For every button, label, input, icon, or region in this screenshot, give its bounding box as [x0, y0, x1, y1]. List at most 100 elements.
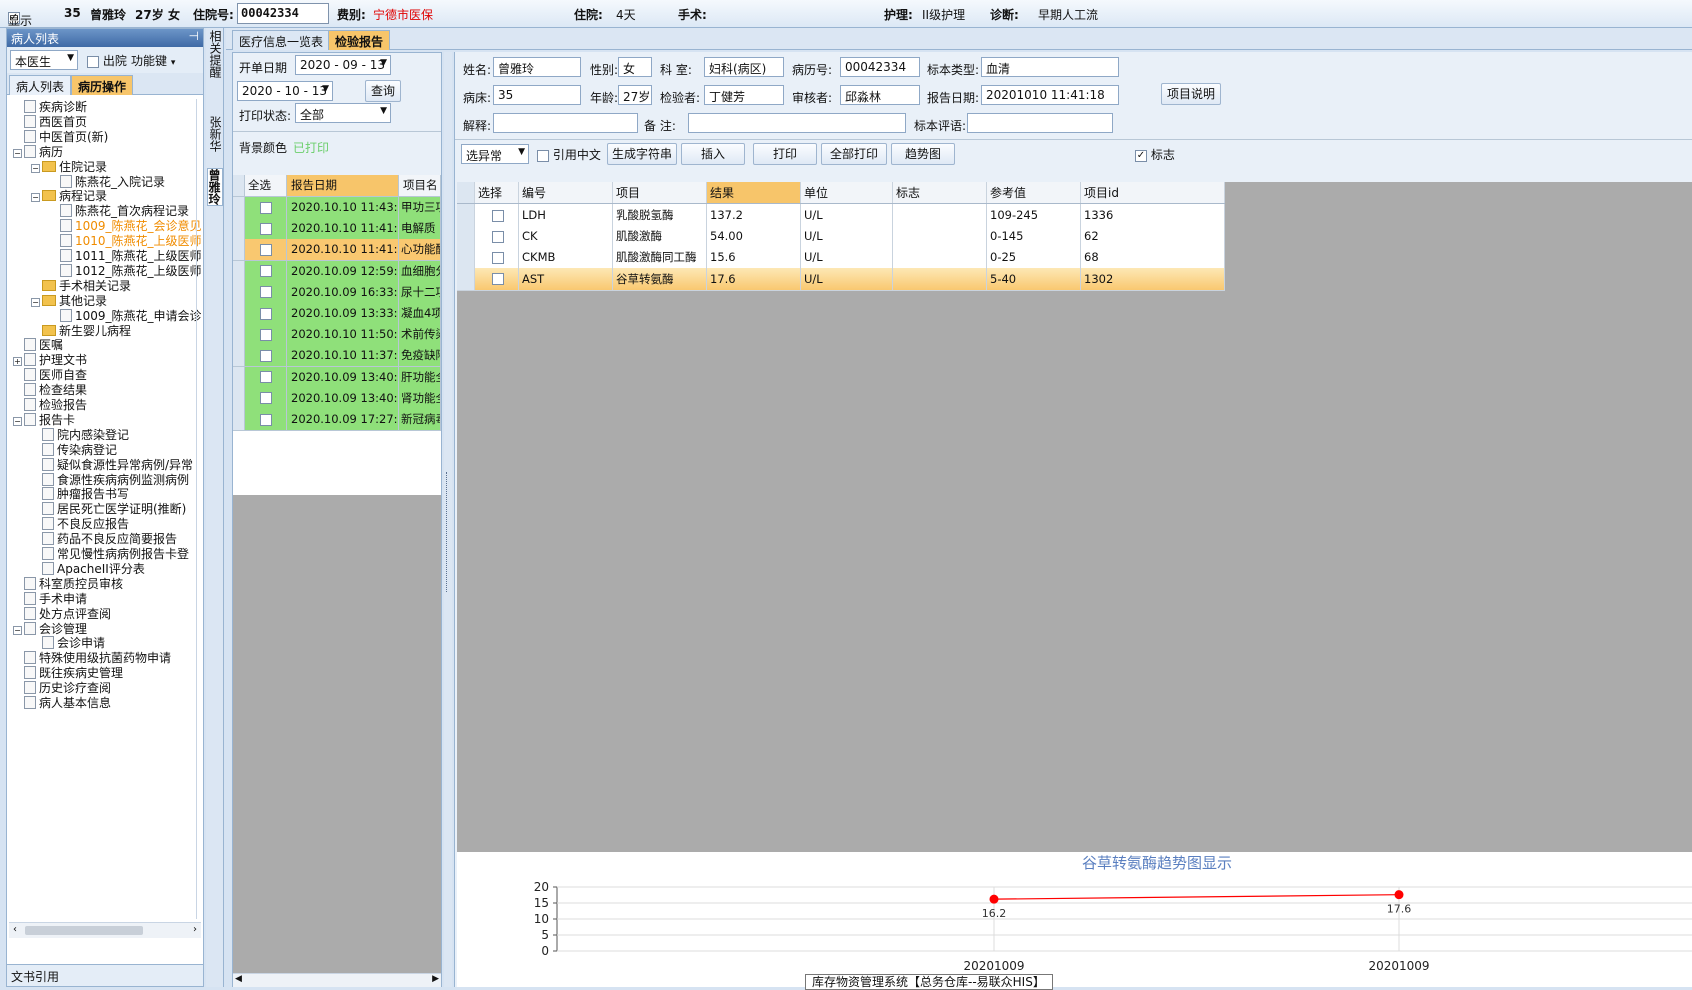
row-checkbox-cell[interactable] — [245, 387, 287, 409]
tree-item[interactable]: 手术相关记录 — [31, 278, 131, 294]
tree-item[interactable]: 西医首页 — [13, 114, 87, 130]
tree-item[interactable]: 食源性疾病病例监测病例 — [31, 472, 189, 488]
doctor-select[interactable]: 本医生 ▼ — [10, 50, 78, 70]
row-checkbox[interactable] — [259, 328, 272, 341]
report-date-field[interactable]: 20201010 11:41:18 — [981, 85, 1119, 105]
table-row[interactable]: 2020.10.09 16:33:15尿十二项 — [233, 281, 441, 304]
tree-item[interactable]: 历史诊疗查阅 — [13, 680, 111, 696]
result-row[interactable]: AST 谷草转氨酶 17.6 U/L 5-40 1302 — [457, 267, 1225, 291]
row-checkbox-cell[interactable] — [245, 197, 287, 218]
expand-icon[interactable]: + — [13, 357, 22, 367]
age-field[interactable]: 27岁 — [618, 85, 652, 105]
header-unit[interactable]: 单位 — [801, 182, 893, 203]
query-button[interactable]: 查询 — [365, 80, 401, 102]
tree-item[interactable]: 中医首页(新) — [13, 129, 108, 145]
collapse-icon[interactable]: − — [13, 148, 22, 158]
table-row[interactable]: 2020.10.10 11:41:18心功能酶 — [233, 239, 441, 262]
scroll-right-icon[interactable]: ▶ — [432, 974, 439, 984]
row-checkbox-cell[interactable] — [245, 366, 287, 388]
scroll-left-icon[interactable]: ‹ — [13, 924, 17, 935]
tree-item[interactable]: 居民死亡医学证明(推断) — [31, 501, 186, 517]
table-row[interactable]: 2020.10.09 12:59:58血细胞分 — [233, 260, 441, 283]
side-tab-zeng[interactable]: 曾雅玲 — [207, 168, 223, 206]
row-checkbox[interactable] — [259, 265, 272, 278]
tree-item[interactable]: 肿瘤报告书写 — [31, 486, 129, 502]
start-date-input[interactable]: 2020 - 09 - 13 ▼ — [295, 55, 391, 75]
bed-field[interactable]: 35 — [493, 85, 581, 105]
row-checkbox-cell[interactable] — [245, 324, 287, 346]
tree-item[interactable]: 药品不良反应简要报告 — [31, 531, 177, 547]
row-checkbox[interactable] — [259, 371, 272, 384]
report-list-hscroll[interactable]: ◀ ▶ — [233, 973, 441, 987]
tree-item[interactable]: 手术申请 — [13, 591, 87, 607]
tree-item[interactable]: 传染病登记 — [31, 442, 117, 458]
print-status-select[interactable]: 全部 ▼ — [295, 103, 391, 123]
tree-item[interactable]: 医嘱 — [13, 337, 63, 353]
table-row[interactable]: 2020.10.09 17:27:08新冠病毒 — [233, 409, 441, 431]
row-checkbox-cell[interactable] — [245, 239, 287, 261]
collapse-icon[interactable]: − — [13, 625, 22, 635]
reviewer-field[interactable]: 邱淼林 — [840, 85, 920, 105]
table-row[interactable]: 2020.10.10 11:41:18电解质 — [233, 218, 441, 241]
scroll-right-icon[interactable]: › — [193, 924, 197, 935]
row-checkbox-cell[interactable] — [245, 345, 287, 367]
row-checkbox-cell[interactable] — [245, 281, 287, 303]
select-cell[interactable] — [475, 204, 519, 226]
tree-item[interactable]: + 护理文书 — [13, 352, 87, 368]
row-checkbox[interactable] — [492, 230, 504, 243]
tree-item[interactable]: − 住院记录 — [31, 159, 107, 175]
tree-item[interactable]: 1009_陈燕花_申请会诊 — [49, 308, 201, 324]
collapse-icon[interactable]: − — [31, 163, 40, 173]
header-report-date[interactable]: 报告日期 — [287, 175, 399, 196]
table-row[interactable]: 2020.10.10 11:50:59术前传染 — [233, 324, 441, 347]
tree-item[interactable]: 新生婴儿病程 — [31, 323, 131, 339]
function-key-menu[interactable]: 功能键 ▾ — [131, 52, 175, 69]
collapse-icon[interactable]: − — [13, 416, 22, 426]
tree-item[interactable]: 医师自查 — [13, 367, 87, 383]
abnormal-select[interactable]: 选异常 ▼ — [461, 144, 529, 164]
print-all-button[interactable]: 全部打印 — [821, 143, 887, 165]
row-checkbox[interactable] — [492, 251, 504, 264]
tab-patient-list[interactable]: 病人列表 — [9, 75, 72, 95]
discharge-checkbox[interactable]: 出院 — [87, 52, 127, 69]
tree-item[interactable]: 检验报告 — [13, 397, 87, 413]
header-item[interactable]: 项目 — [613, 182, 707, 203]
select-cell[interactable] — [475, 267, 519, 290]
header-result[interactable]: 结果 — [707, 182, 801, 203]
end-date-input[interactable]: 2020 - 10 - 13 ▼ — [237, 81, 333, 101]
tree-item[interactable]: 常见慢性病病例报告卡登 — [31, 546, 189, 562]
scroll-thumb[interactable] — [25, 926, 143, 935]
sex-field[interactable]: 女 — [618, 57, 652, 77]
tree-item[interactable]: 陈燕花_入院记录 — [49, 174, 165, 190]
row-checkbox-cell[interactable] — [245, 303, 287, 324]
doc-cite-button[interactable]: 文书引用 — [7, 964, 203, 986]
result-row[interactable]: LDH 乳酸脱氢酶 137.2 U/L 109-245 1336 — [457, 204, 1225, 227]
record-no-field[interactable]: 00042334 — [840, 57, 920, 77]
tree-item[interactable]: ApacheII评分表 — [31, 561, 145, 577]
tab-lab-report[interactable]: 检验报告 — [328, 30, 391, 50]
table-row[interactable]: 2020.10.09 13:40:09肾功能全 — [233, 387, 441, 410]
tree-item[interactable]: 1009_陈燕花_会诊意见 — [49, 218, 201, 234]
header-code[interactable]: 编号 — [519, 182, 613, 203]
collapse-icon[interactable]: − — [31, 193, 40, 203]
pin-icon[interactable]: ⊣ — [189, 29, 199, 43]
row-checkbox[interactable] — [259, 392, 272, 405]
insert-button[interactable]: 插入 — [681, 143, 745, 165]
table-row[interactable]: 2020.10.09 13:33:02凝血4项 — [233, 303, 441, 325]
header-select-all[interactable]: 全选 — [245, 175, 287, 196]
row-checkbox-cell[interactable] — [245, 409, 287, 430]
select-cell[interactable] — [475, 225, 519, 248]
row-checkbox[interactable] — [259, 286, 272, 299]
result-row[interactable]: CKMB 肌酸激酶同工酶 15.6 U/L 0-25 68 — [457, 246, 1225, 270]
tree-item[interactable]: 特殊使用级抗菌药物申请 — [13, 650, 171, 666]
tree-vscroll[interactable] — [196, 99, 202, 919]
tree-item[interactable]: 会诊申请 — [31, 635, 105, 651]
collapse-icon[interactable]: − — [31, 297, 40, 307]
explain-field[interactable] — [493, 113, 638, 133]
tree-item[interactable]: 1012_陈燕花_上级医师 — [49, 263, 201, 279]
tree-item[interactable]: 疑似食源性异常病例/异常 — [31, 457, 193, 473]
tree-item[interactable]: 检查结果 — [13, 382, 87, 398]
tree-item[interactable]: − 病程记录 — [31, 188, 107, 204]
row-checkbox-cell[interactable] — [245, 218, 287, 240]
header-flag[interactable]: 标志 — [893, 182, 987, 203]
